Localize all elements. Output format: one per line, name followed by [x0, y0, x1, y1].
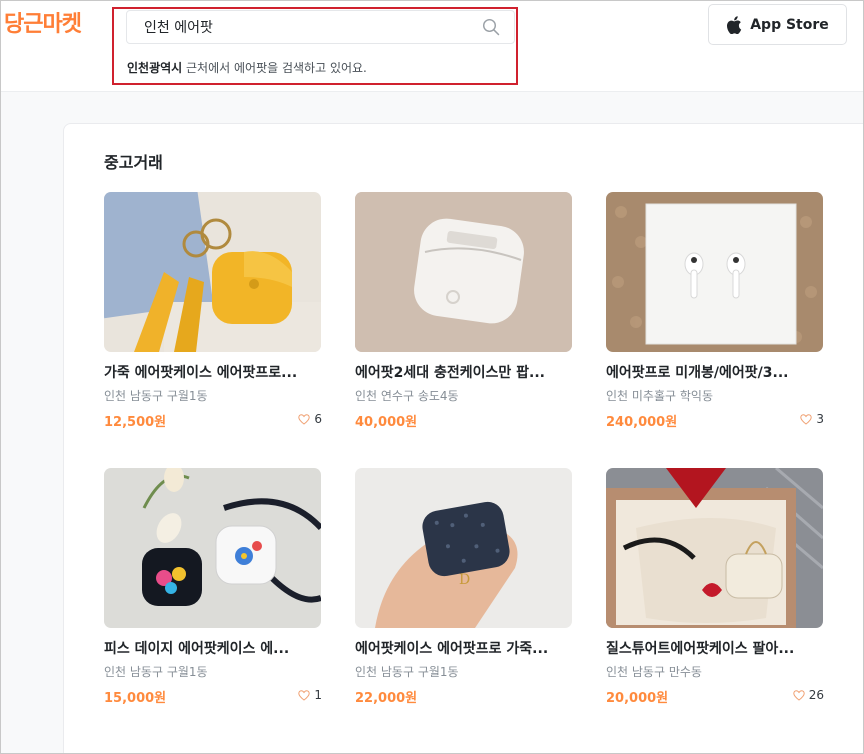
heart-icon	[298, 689, 311, 701]
product-image[interactable]: D	[355, 468, 572, 628]
logo[interactable]: 당근마켓	[4, 6, 82, 38]
product-likes: 1	[298, 688, 322, 702]
product-title[interactable]: 질스튜어트에어팟케이스 팔아...	[606, 640, 824, 659]
product-title[interactable]: 피스 데이지 에어팟케이스 에...	[104, 640, 322, 659]
section-title: 중고거래	[104, 153, 163, 172]
heart-icon	[793, 689, 805, 701]
app-store-label: App Store	[750, 16, 829, 33]
product-likes-count: 26	[808, 688, 824, 702]
product-price: 12,500원	[104, 415, 167, 430]
product-card[interactable]: 에어팟프로 미개봉/에어팟/3... 인천 미추홀구 학익동 240,000원 …	[606, 192, 824, 430]
product-card[interactable]: 피스 데이지 에어팟케이스 에... 인천 남동구 구월1동 15,000원 1	[104, 468, 322, 706]
product-location: 인천 미추홀구 학익동	[606, 389, 713, 403]
product-price: 22,000원	[355, 691, 418, 706]
product-card[interactable]: 가죽 에어팟케이스 에어팟프로... 인천 남동구 구월1동 12,500원 6	[104, 192, 322, 430]
product-price: 20,000원	[606, 691, 669, 706]
product-likes-count: 3	[816, 412, 824, 426]
product-likes: 26	[793, 688, 824, 702]
product-card[interactable]: 질스튜어트에어팟케이스 팔아... 인천 남동구 만수동 20,000원 26	[606, 468, 824, 706]
product-price: 15,000원	[104, 691, 167, 706]
heart-icon	[298, 413, 311, 425]
apple-icon	[727, 15, 742, 34]
product-likes: 3	[800, 412, 824, 426]
product-card[interactable]: 에어팟2세대 충전케이스만 팝... 인천 연수구 송도4동 40,000원	[355, 192, 573, 430]
product-image[interactable]	[606, 192, 823, 352]
svg-text:D: D	[459, 572, 470, 588]
product-likes-count: 1	[314, 688, 322, 702]
product-likes: 6	[298, 412, 322, 426]
product-price: 40,000원	[355, 415, 418, 430]
product-title[interactable]: 에어팟프로 미개봉/에어팟/3...	[606, 364, 824, 383]
product-location: 인천 남동구 구월1동	[104, 665, 208, 679]
product-image[interactable]	[104, 468, 321, 628]
heart-icon	[800, 413, 813, 425]
product-title[interactable]: 에어팟케이스 에어팟프로 가죽...	[355, 640, 573, 659]
product-location: 인천 남동구 구월1동	[355, 665, 459, 679]
product-location: 인천 남동구 구월1동	[104, 389, 208, 403]
product-image[interactable]	[606, 468, 823, 628]
product-location: 인천 연수구 송도4동	[355, 389, 459, 403]
product-card[interactable]: D 에어팟케이스 에어팟프로 가죽... 인천 남동구 구월1동 22,000원	[355, 468, 573, 706]
product-location: 인천 남동구 만수동	[606, 665, 702, 679]
app-store-button[interactable]: App Store	[708, 4, 847, 45]
product-image[interactable]	[104, 192, 321, 352]
search-highlight-box	[112, 7, 518, 85]
product-price: 240,000원	[606, 415, 678, 430]
product-image[interactable]	[355, 192, 572, 352]
product-title[interactable]: 에어팟2세대 충전케이스만 팝...	[355, 364, 573, 383]
product-title[interactable]: 가죽 에어팟케이스 에어팟프로...	[104, 364, 322, 383]
product-likes-count: 6	[314, 412, 322, 426]
